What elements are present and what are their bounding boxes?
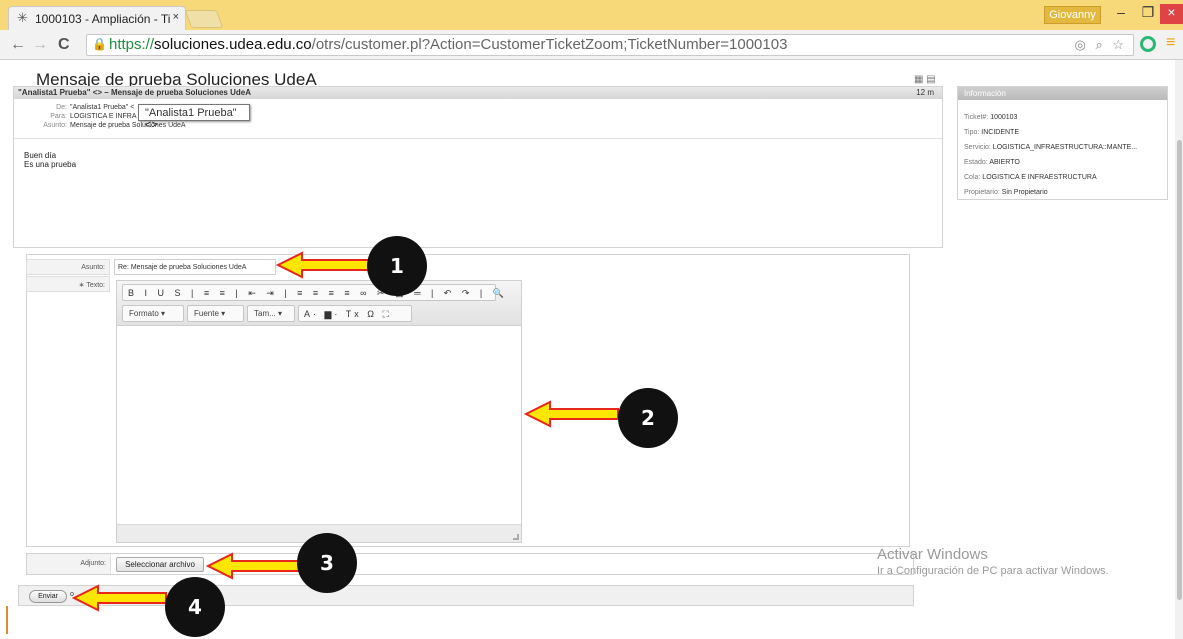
info-row-state: Estado: ABIERTO bbox=[964, 155, 1167, 170]
article-header[interactable]: "Analista1 Prueba" <> – Mensaje de prueb… bbox=[14, 87, 942, 99]
meta-value: Mensaje de prueba Soluciones UdeA bbox=[70, 122, 186, 129]
info-row-ticket: Ticket#: 1000103 bbox=[964, 110, 1167, 125]
info-value: LOGISTICA E INFRAESTRUCTURA bbox=[982, 174, 1097, 181]
text-label: ∗ Texto: bbox=[26, 276, 110, 292]
tab-favicon-icon: ✳ bbox=[17, 10, 28, 25]
editor-toolbar: B I U S | ≡ ≡ | ⇤ ⇥ | ≡ ≡ ≡ ≡ ∞ ✂ ▦ ═ | … bbox=[117, 281, 521, 326]
back-button[interactable]: ← bbox=[10, 36, 26, 54]
annotation-badge-1: 1 bbox=[367, 236, 427, 296]
subject-input[interactable]: Re: Mensaje de prueba Soluciones UdeA bbox=[114, 259, 276, 275]
lock-icon: 🔒 bbox=[92, 37, 107, 51]
focus-marker bbox=[6, 606, 8, 634]
info-value: LOGISTICA_INFRAESTRUCTURA::MANTE... bbox=[992, 144, 1138, 151]
meta-label: De: bbox=[56, 104, 67, 111]
info-label: Estado: bbox=[964, 159, 988, 166]
rich-text-editor[interactable]: B I U S | ≡ ≡ | ⇤ ⇥ | ≡ ≡ ≡ ≡ ∞ ✂ ▦ ═ | … bbox=[116, 280, 522, 543]
editor-toolbar-buttons-2[interactable]: A· ▆· Tx Ω ⛶ bbox=[298, 305, 412, 322]
attachment-label: Adjunto: bbox=[27, 554, 111, 574]
info-value: Sin Propietario bbox=[1001, 189, 1048, 196]
info-value: INCIDENTE bbox=[981, 129, 1019, 136]
meta-label: Asunto: bbox=[43, 122, 67, 129]
size-dropdown-label: Tam... bbox=[254, 309, 276, 318]
article-body: Buen día Es una prueba bbox=[14, 139, 942, 169]
info-label: Tipo: bbox=[964, 129, 980, 136]
url-host: soluciones.udea.edu.co bbox=[154, 36, 312, 53]
address-bar-area: ← → C 🔒 https://soluciones.udea.edu.co/ot… bbox=[0, 30, 1183, 60]
info-label: Servicio: bbox=[964, 144, 991, 151]
new-tab-button[interactable] bbox=[184, 10, 224, 28]
font-dropdown[interactable]: Fuente ▾ bbox=[187, 305, 244, 322]
annotation-badge-4: 4 bbox=[165, 577, 225, 637]
size-dropdown[interactable]: Tam... ▾ bbox=[247, 305, 295, 322]
info-body: Ticket#: 1000103 Tipo: INCIDENTE Servici… bbox=[958, 100, 1167, 200]
maximize-button[interactable]: ❐ bbox=[1136, 4, 1160, 24]
url-scheme: https:// bbox=[109, 36, 155, 53]
info-row-queue: Cola: LOGISTICA E INFRAESTRUCTURA bbox=[964, 170, 1167, 185]
sender-tooltip: "Analista1 Prueba" <> bbox=[138, 104, 250, 131]
browser-menu-icon[interactable]: ≡ bbox=[1166, 34, 1175, 52]
info-value: 1000103 bbox=[990, 114, 1018, 121]
annotation-badge-2: 2 bbox=[618, 388, 678, 448]
attachment-row: Adjunto: Seleccionar archivo bbox=[26, 553, 914, 575]
minimize-button[interactable]: – bbox=[1108, 4, 1134, 24]
info-row-type: Tipo: INCIDENTE bbox=[964, 125, 1167, 140]
info-heading: Información bbox=[958, 87, 1167, 100]
windows-activation-watermark: Activar Windows Ir a Configuración de PC… bbox=[877, 546, 1109, 577]
info-label: Cola: bbox=[964, 174, 981, 181]
meta-value: "Analista1 Prueba" < bbox=[70, 104, 135, 111]
close-window-button[interactable]: × bbox=[1160, 4, 1183, 24]
print-icon[interactable]: ▦ ▤ bbox=[914, 74, 936, 85]
editor-toolbar-buttons[interactable]: B I U S | ≡ ≡ | ⇤ ⇥ | ≡ ≡ ≡ ≡ ∞ ✂ ▦ ═ | … bbox=[122, 284, 504, 301]
url-action-icons[interactable]: ◎ ⌕ ☆ bbox=[1074, 37, 1127, 53]
info-row-owner: Propietario: Sin Propietario bbox=[964, 185, 1167, 200]
select-file-button[interactable]: Seleccionar archivo bbox=[116, 557, 204, 572]
reload-button[interactable]: C bbox=[58, 36, 70, 54]
meta-value: LOGISTICA E INFRA bbox=[70, 113, 137, 120]
tab-close-icon[interactable]: × bbox=[173, 11, 179, 23]
forward-button[interactable]: → bbox=[32, 36, 48, 54]
body-line: Buen día bbox=[24, 151, 57, 160]
browser-tab[interactable]: ✳ 1000103 - Ampliación - Ti × bbox=[8, 6, 186, 30]
annotation-arrow-4 bbox=[72, 584, 167, 612]
info-label: Propietario: bbox=[964, 189, 1000, 196]
info-value: ABIERTO bbox=[989, 159, 1020, 166]
send-button[interactable]: Enviar bbox=[29, 590, 67, 603]
annotation-arrow-1 bbox=[276, 251, 371, 279]
subject-label: Asunto: bbox=[26, 259, 110, 275]
watermark-title: Activar Windows bbox=[877, 546, 988, 563]
annotation-arrow-3 bbox=[206, 552, 301, 580]
annotation-arrow-2 bbox=[524, 400, 619, 428]
info-panel: Información Ticket#: 1000103 Tipo: INCID… bbox=[957, 86, 1168, 200]
body-line: Es una prueba bbox=[24, 160, 77, 169]
font-dropdown-label: Fuente bbox=[194, 309, 219, 318]
meta-label: Para: bbox=[50, 113, 67, 120]
format-dropdown[interactable]: Formato ▾ bbox=[122, 305, 184, 322]
annotation-badge-3: 3 bbox=[297, 533, 357, 593]
info-label: Ticket#: bbox=[964, 114, 989, 121]
format-dropdown-label: Formato bbox=[129, 309, 159, 318]
url-path: /otrs/customer.pl?Action=CustomerTicketZ… bbox=[311, 36, 788, 53]
tab-title: 1000103 - Ampliación - Ti bbox=[35, 12, 171, 26]
article-age: 12 m bbox=[916, 88, 934, 97]
article-header-text: "Analista1 Prueba" <> – Mensaje de prueb… bbox=[18, 88, 251, 97]
resize-grip-icon[interactable] bbox=[513, 534, 519, 540]
profile-button[interactable]: Giovanny bbox=[1044, 6, 1101, 24]
scrollbar-thumb[interactable] bbox=[1177, 140, 1182, 600]
extension-icon[interactable] bbox=[1140, 36, 1156, 52]
url-input[interactable]: 🔒 https://soluciones.udea.edu.co/otrs/cus… bbox=[86, 34, 1134, 56]
watermark-subtitle: Ir a Configuración de PC para activar Wi… bbox=[877, 565, 1109, 577]
info-row-service: Servicio: LOGISTICA_INFRAESTRUCTURA::MAN… bbox=[964, 140, 1167, 155]
